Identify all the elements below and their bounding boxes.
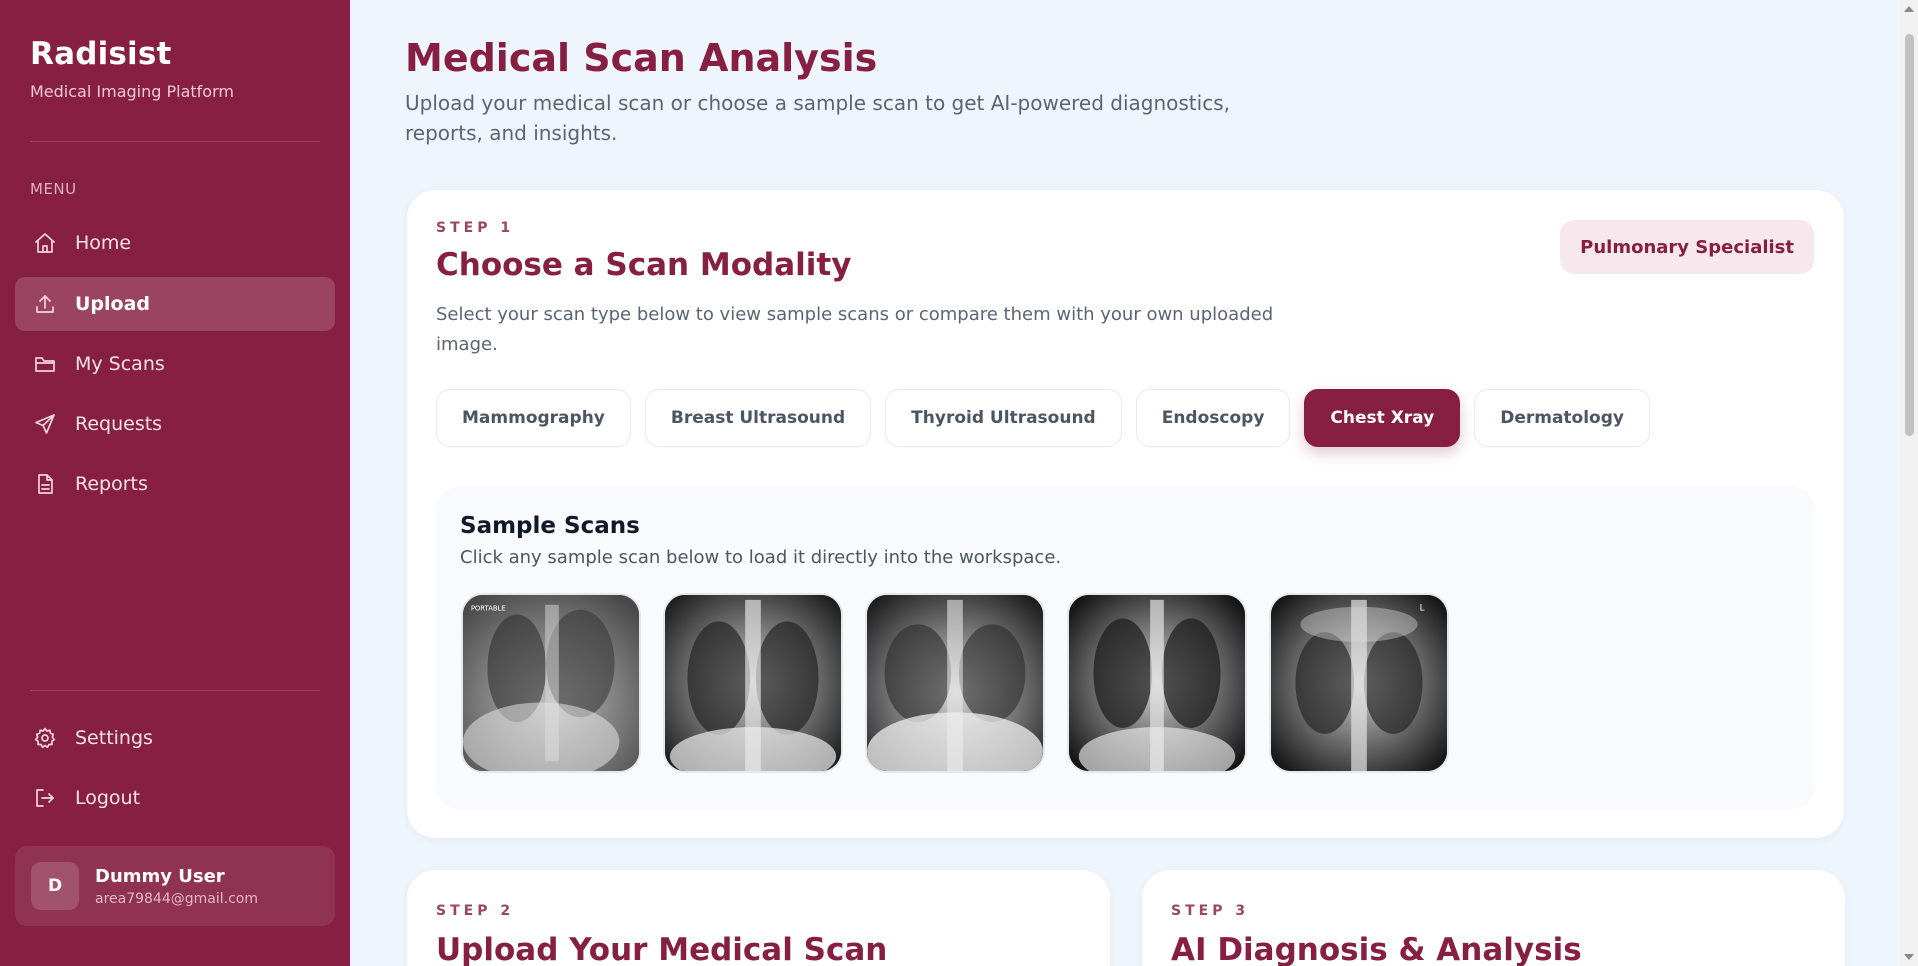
logout-icon	[33, 786, 57, 810]
sidebar-item-home[interactable]: Home	[15, 216, 335, 270]
modality-tabs: Mammography Breast Ultrasound Thyroid Ul…	[436, 389, 1650, 447]
scrollbar-thumb[interactable]	[1905, 34, 1914, 436]
user-profile-card[interactable]: D Dummy User area79844@gmail.com	[15, 846, 335, 926]
sample-scan-thumbnail[interactable]	[663, 593, 843, 773]
tab-chest-xray[interactable]: Chest Xray	[1304, 389, 1461, 447]
chest-xray-image	[867, 595, 1043, 771]
sample-scan-thumbnail[interactable]	[1067, 593, 1247, 773]
sidebar-item-label: Requests	[75, 413, 163, 435]
sidebar-item-settings[interactable]: Settings	[15, 711, 335, 765]
home-icon	[33, 231, 57, 255]
sidebar-divider	[30, 690, 320, 691]
step-description: Select your scan type below to view samp…	[436, 304, 1274, 355]
sidebar-divider	[30, 141, 320, 142]
brand-logo[interactable]: Radisist	[30, 36, 172, 72]
user-name: Dummy User	[95, 865, 225, 887]
main-content: Medical Scan Analysis Upload your medica…	[350, 0, 1900, 966]
sidebar-item-reports[interactable]: Reports	[15, 457, 335, 511]
sidebar-item-requests[interactable]: Requests	[15, 397, 335, 451]
user-email: area79844@gmail.com	[95, 890, 258, 907]
step1-card: STEP 1 Choose a Scan Modality Select you…	[407, 190, 1844, 838]
sample-scan-thumbnail[interactable]: L	[1269, 593, 1449, 773]
step-label: STEP 1	[436, 220, 515, 236]
step3-card: STEP 3 AI Diagnosis & Analysis	[1142, 870, 1845, 966]
sidebar-item-upload[interactable]: Upload	[15, 277, 335, 331]
xray-marker-label: L	[1420, 604, 1425, 614]
sidebar-item-label: Home	[75, 232, 132, 254]
sidebar-item-logout[interactable]: Logout	[15, 771, 335, 825]
chest-xray-image	[665, 595, 841, 771]
tab-dermatology[interactable]: Dermatology	[1474, 389, 1650, 447]
folder-icon	[33, 352, 57, 376]
page-title: Medical Scan Analysis	[405, 36, 878, 80]
sample-scan-list: PORTABLE L	[461, 593, 1449, 773]
tab-mammography[interactable]: Mammography	[436, 389, 631, 447]
step-title: Upload Your Medical Scan	[436, 932, 888, 966]
page-subtitle: Upload your medical scan or choose a sam…	[405, 91, 1230, 145]
menu-heading: MENU	[30, 180, 77, 198]
sidebar-item-label: Reports	[75, 473, 148, 495]
sample-scan-thumbnail[interactable]: PORTABLE	[461, 593, 641, 773]
scroll-up-arrow-icon[interactable]	[1904, 6, 1914, 12]
sample-scans-description: Click any sample scan below to load it d…	[460, 547, 1062, 568]
specialist-badge: Pulmonary Specialist	[1560, 220, 1814, 274]
step-label: STEP 2	[436, 903, 515, 919]
tab-endoscopy[interactable]: Endoscopy	[1135, 389, 1291, 447]
step-title: AI Diagnosis & Analysis	[1171, 932, 1582, 966]
step-title: Choose a Scan Modality	[436, 247, 852, 283]
sidebar: Radisist Medical Imaging Platform MENU H…	[0, 0, 350, 966]
sidebar-item-label: Logout	[75, 787, 141, 809]
chest-xray-image: PORTABLE	[463, 595, 639, 771]
chest-xray-image	[1069, 595, 1245, 771]
upload-icon	[33, 292, 57, 316]
sample-scans-panel: Sample Scans Click any sample scan below…	[436, 487, 1814, 809]
sample-scan-thumbnail[interactable]	[865, 593, 1045, 773]
tab-breast-ultrasound[interactable]: Breast Ultrasound	[644, 389, 872, 447]
sidebar-item-label: Upload	[75, 293, 151, 315]
step-label: STEP 3	[1171, 903, 1250, 919]
xray-marker-label: PORTABLE	[471, 605, 506, 613]
scroll-down-arrow-icon[interactable]	[1904, 954, 1914, 960]
gear-icon	[33, 726, 57, 750]
document-icon	[33, 472, 57, 496]
step2-card: STEP 2 Upload Your Medical Scan	[407, 870, 1110, 966]
sidebar-item-label: Settings	[75, 727, 153, 749]
avatar: D	[31, 862, 79, 910]
send-icon	[33, 412, 57, 436]
sample-scans-title: Sample Scans	[460, 513, 640, 539]
sidebar-item-my-scans[interactable]: My Scans	[15, 337, 335, 391]
brand-tagline: Medical Imaging Platform	[30, 82, 234, 101]
tab-thyroid-ultrasound[interactable]: Thyroid Ultrasound	[885, 389, 1122, 447]
page-scrollbar[interactable]	[1900, 0, 1918, 966]
chest-xray-image: L	[1271, 595, 1447, 771]
sidebar-item-label: My Scans	[75, 353, 165, 375]
